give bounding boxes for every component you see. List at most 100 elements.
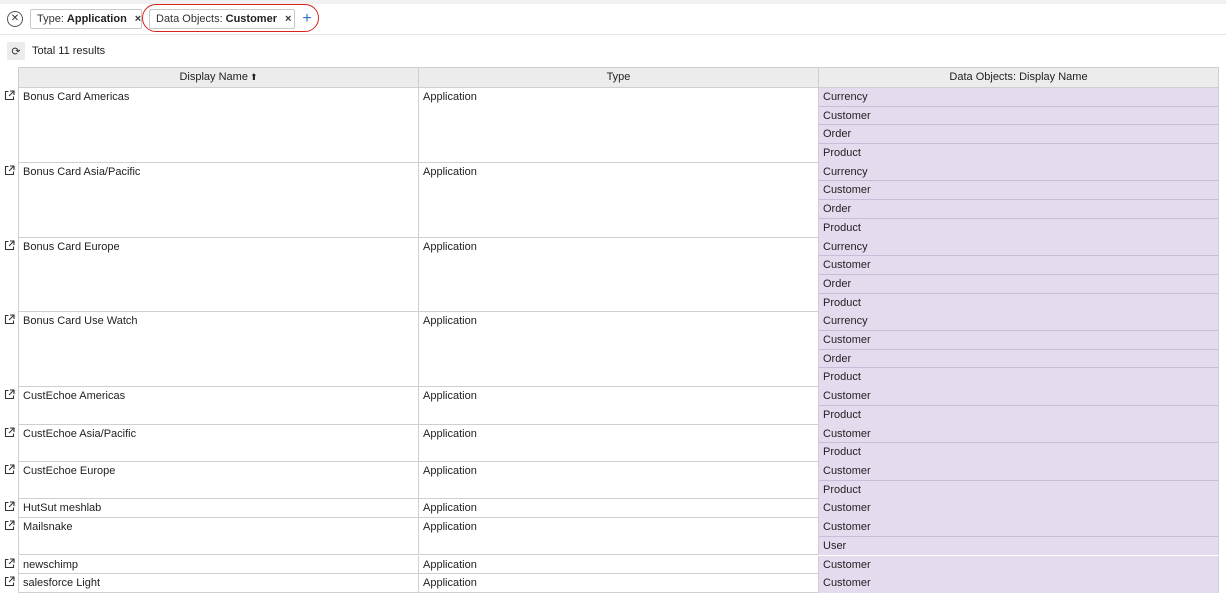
table-row: salesforce Light Application Customer [4,574,1219,593]
data-object-value: Customer [819,518,1218,537]
open-external-icon[interactable] [4,165,15,176]
table-row: CustEchoe Americas Application Customer Pro… [4,387,1219,425]
data-object-value: User [819,536,1218,556]
cell-display-name: Bonus Card Europe [18,237,418,313]
add-filter-icon[interactable]: + [300,9,314,29]
cell-data-objects: Currency Customer Order Product [818,237,1219,313]
filter-chip-value: Application [66,13,127,25]
cell-type: Application [418,387,818,425]
open-external-icon[interactable] [4,557,15,569]
data-object-value: Customer [819,256,1218,275]
table-row: newschimp Application Customer [4,555,1219,575]
data-object-value: Product [819,405,1218,425]
cell-display-name: CustEchoe Europe [18,462,418,500]
cell-data-objects: Customer [818,499,1219,519]
cell-type: Application [418,88,818,163]
column-header-label: Type [606,71,631,83]
cell-data-objects: Customer Product [818,387,1219,425]
cell-display-name: Bonus Card Americas [18,88,418,163]
cell-display-name: CustEchoe Asia/Pacific [18,424,418,462]
cell-type: Application [418,312,818,388]
cell-data-objects: Customer Product [818,462,1219,500]
data-object-value: Product [819,218,1218,238]
open-external-icon[interactable] [4,389,15,400]
refresh-icon[interactable]: ⟳ [7,42,25,60]
data-object-value: Product [819,368,1218,388]
cell-display-name: Mailsnake [18,518,418,556]
column-header-display-name[interactable]: Display Name ⬆ [18,67,419,88]
data-object-value: Order [819,274,1218,294]
filter-chip-key: Type: [37,13,64,25]
table-row: Bonus Card Asia/Pacific Application Curren… [4,162,1219,238]
open-external-icon[interactable] [4,501,15,512]
data-object-value: Customer [819,181,1218,201]
column-header-label: Data Objects: Display Name [949,71,1088,83]
table-row: Bonus Card Americas Application Currency Cu… [4,88,1219,163]
filter-bar: ✕ Type: Application × Data Objects: Cust… [0,4,1226,35]
cell-type: Application [418,162,818,238]
total-results: Total 11 results [32,45,106,57]
open-external-icon[interactable] [4,576,15,587]
data-object-value: Order [819,200,1218,219]
cell-type: Application [418,499,818,519]
table-row: Bonus Card Europe Application Currency Cust… [4,237,1219,313]
cell-type: Application [418,555,818,575]
data-object-value: Order [819,125,1218,145]
table-row: HutSut meshlab Application Customer [4,499,1219,519]
cell-display-name: Bonus Card Asia/Pacific [18,162,418,238]
data-object-value: Currency [819,162,1218,182]
column-header-data-objects[interactable]: Data Objects: Display Name [818,67,1219,88]
column-header-label: Display Name [179,71,248,83]
cell-data-objects: Customer [818,555,1219,575]
table-row: Mailsnake Application Customer User [4,518,1219,556]
data-object-value: Order [819,349,1218,369]
filter-chip-type[interactable]: Type: Application × [30,9,142,29]
cell-data-objects: Customer [818,574,1219,593]
data-object-value: Customer [819,574,1218,593]
data-object-value: Customer [819,555,1218,575]
table-row: CustEchoe Asia/Pacific Application Custome… [4,424,1219,462]
data-object-value: Customer [819,387,1218,406]
cell-display-name: salesforce Light [18,574,418,593]
remove-filter-icon[interactable]: × [135,13,141,25]
cell-display-name: Bonus Card Use Watch [18,312,418,388]
table-row: Bonus Card Use Watch Application Currency C… [4,312,1219,388]
filter-chip-value: Customer [225,13,277,25]
table-row: CustEchoe Europe Application Customer Produ… [4,462,1219,500]
data-object-value: Currency [819,312,1218,332]
sort-ascending-icon: ⬆ [249,72,258,82]
data-object-value: Customer [819,424,1218,444]
filter-chip-data-objects[interactable]: Data Objects: Customer × [149,9,295,29]
data-object-value: Customer [819,106,1218,126]
cell-display-name: CustEchoe Americas [18,387,418,425]
open-external-icon[interactable] [4,314,15,325]
cell-data-objects: Currency Customer Order Product [818,312,1219,388]
cell-display-name: HutSut meshlab [18,499,418,519]
cell-type: Application [418,462,818,500]
cell-data-objects: Customer User [818,518,1219,556]
column-header-type[interactable]: Type [418,67,819,88]
data-object-value: Product [819,144,1218,163]
data-object-value: Product [819,480,1218,500]
cell-data-objects: Customer Product [818,424,1219,462]
cell-type: Application [418,424,818,462]
cell-data-objects: Currency Customer Order Product [818,162,1219,238]
data-object-value: Product [819,293,1218,313]
results-bar: ⟳ Total 11 results [0,40,400,60]
open-external-icon[interactable] [4,240,15,251]
data-object-value: Customer [819,331,1218,350]
cell-data-objects: Currency Customer Order Product [818,88,1219,163]
data-object-value: Currency [819,237,1218,257]
remove-filter-icon[interactable]: × [285,13,291,25]
data-object-value: Product [819,443,1218,462]
clear-filters-icon[interactable]: ✕ [7,11,23,27]
filter-chip-key: Data Objects: [156,13,223,25]
data-object-value: Currency [819,88,1218,107]
open-external-icon[interactable] [4,520,15,531]
cell-type: Application [418,237,818,313]
open-external-icon[interactable] [4,427,15,438]
cell-type: Application [418,574,818,593]
open-external-icon[interactable] [4,90,15,101]
open-external-icon[interactable] [4,464,15,475]
data-object-value: Customer [819,462,1218,481]
